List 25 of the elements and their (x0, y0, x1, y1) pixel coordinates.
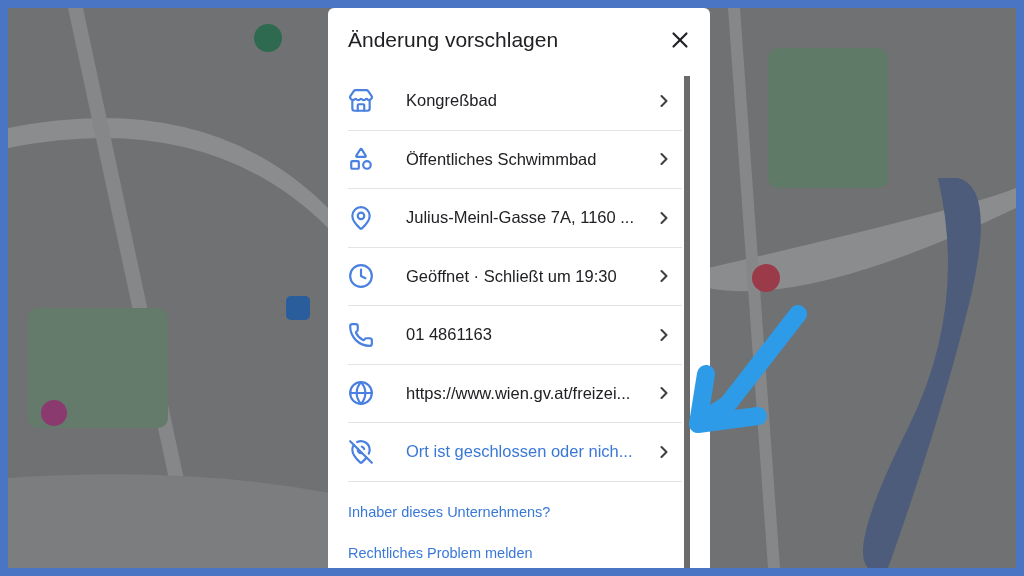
edit-option-row[interactable]: Öffentliches Schwimmbad (348, 130, 682, 189)
clock-icon (348, 263, 374, 290)
option-label: https://www.wien.gv.at/freizei... (406, 382, 632, 404)
edit-option-row[interactable]: Julius-Meinl-Gasse 7A, 1160 ... (348, 189, 682, 248)
scrollbar[interactable] (684, 76, 690, 568)
crossed-pin-icon (348, 438, 374, 465)
edit-option-row[interactable]: Ort ist geschlossen oder nich... (348, 423, 682, 482)
option-label: 01 4861163 (406, 324, 493, 346)
edit-option-row[interactable]: Kongreßbad (348, 72, 682, 131)
edit-option-row[interactable]: Geöffnet · Schließt um 19:30 (348, 247, 682, 306)
option-label: Öffentliches Schwimmbad (406, 148, 598, 170)
location-pin-icon (348, 204, 374, 231)
shapes-icon (348, 146, 374, 173)
dialog-title: Änderung vorschlagen (348, 27, 559, 54)
text-link[interactable]: Inhaber dieses Unternehmens? (348, 501, 551, 524)
option-label: Ort ist geschlossen oder nich... (406, 441, 634, 463)
option-label: Julius-Meinl-Gasse 7A, 1160 ... (406, 207, 636, 229)
store-icon (348, 87, 374, 114)
globe-icon (348, 380, 374, 407)
option-label: Geöffnet · Schließt um 19:30 (406, 265, 618, 287)
text-link[interactable]: Rechtliches Problem melden (348, 543, 533, 565)
edit-option-row[interactable]: https://www.wien.gv.at/freizei... (348, 364, 682, 423)
edit-option-row[interactable]: 01 4861163 (348, 306, 682, 365)
option-label: Kongreßbad (406, 90, 498, 112)
phone-icon (348, 321, 374, 348)
